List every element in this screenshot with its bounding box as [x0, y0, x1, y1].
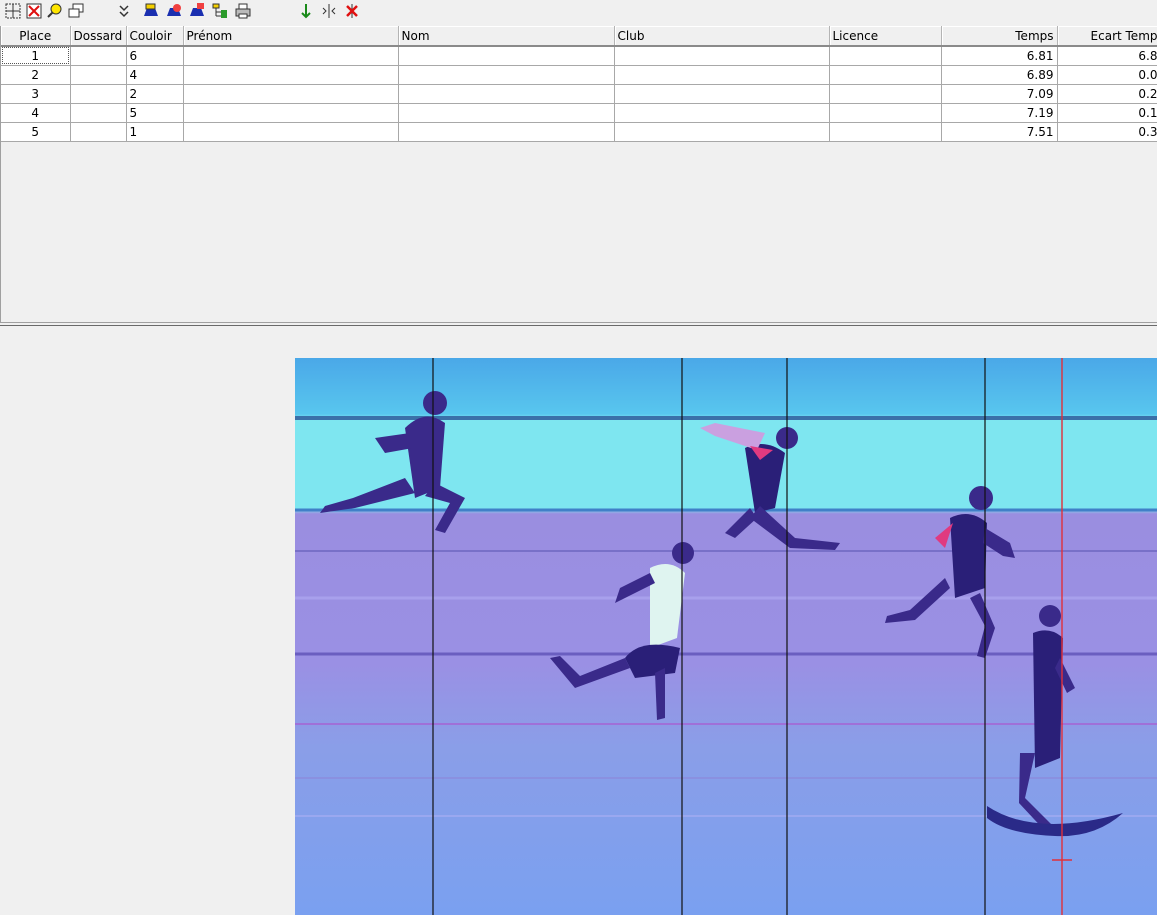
edit-runner-button[interactable]	[141, 1, 161, 21]
add-time-button[interactable]	[296, 1, 316, 21]
cell-prenom[interactable]	[183, 84, 399, 104]
cell-ecart[interactable]: 0.1	[1057, 103, 1157, 123]
column-header-prenom[interactable]: Prénom	[183, 26, 399, 47]
delete-capture-icon	[26, 3, 42, 19]
split-icon	[322, 4, 336, 18]
cell-temps[interactable]: 7.51	[941, 122, 1058, 142]
runner-add-icon	[190, 3, 204, 16]
cell-temps[interactable]: 6.81	[941, 46, 1058, 66]
results-table: Place Dossard Couloir Prénom Nom Club Li…	[1, 26, 1157, 142]
runner-add-button[interactable]	[187, 1, 207, 21]
cell-temps[interactable]: 6.89	[941, 65, 1058, 85]
edit-runner-icon	[144, 3, 158, 16]
cell-nom[interactable]	[398, 103, 615, 123]
capture-button[interactable]	[3, 1, 23, 21]
cell-ecart[interactable]: 0.0	[1057, 65, 1157, 85]
tree-icon	[212, 3, 227, 18]
header-row: Place Dossard Couloir Prénom Nom Club Li…	[1, 26, 1157, 47]
cell-place[interactable]: 2	[1, 65, 71, 85]
cell-nom[interactable]	[398, 46, 615, 66]
cell-place[interactable]: 1	[1, 46, 71, 66]
capture-icon	[5, 3, 21, 19]
photo-finish-canvas[interactable]	[295, 358, 1157, 915]
cell-couloir[interactable]: 6	[126, 46, 184, 66]
windows-icon	[68, 3, 84, 18]
column-header-ecart[interactable]: Ecart Temp	[1057, 26, 1157, 47]
cell-couloir[interactable]: 5	[126, 103, 184, 123]
cell-club[interactable]	[614, 84, 830, 104]
cell-ecart[interactable]: 0.2	[1057, 84, 1157, 104]
windows-button[interactable]	[66, 1, 86, 21]
search-button[interactable]	[45, 1, 65, 21]
cell-place[interactable]: 5	[1, 122, 71, 142]
runner-clear-button[interactable]	[164, 1, 184, 21]
results-grid: Place Dossard Couloir Prénom Nom Club Li…	[0, 26, 1157, 323]
column-header-couloir[interactable]: Couloir	[126, 26, 184, 47]
print-icon	[235, 3, 251, 19]
cell-licence[interactable]	[829, 122, 942, 142]
cell-ecart[interactable]: 6.8	[1057, 46, 1157, 66]
column-header-nom[interactable]: Nom	[398, 26, 615, 47]
cell-licence[interactable]	[829, 103, 942, 123]
cell-club[interactable]	[614, 46, 830, 66]
cell-couloir[interactable]: 4	[126, 65, 184, 85]
cell-place[interactable]: 3	[1, 84, 71, 104]
cell-place[interactable]: 4	[1, 103, 71, 123]
remove-time-icon	[346, 4, 358, 18]
toolbar	[0, 0, 1157, 24]
expand-button[interactable]	[114, 1, 134, 21]
cell-dossard[interactable]	[70, 65, 127, 85]
cell-dossard[interactable]	[70, 84, 127, 104]
table-row[interactable]: 4 5 7.19 0.1	[1, 103, 1157, 123]
remove-time-button[interactable]	[342, 1, 362, 21]
cell-club[interactable]	[614, 65, 830, 85]
column-header-club[interactable]: Club	[614, 26, 830, 47]
table-row[interactable]: 2 4 6.89 0.0	[1, 65, 1157, 85]
expand-icon	[119, 5, 129, 18]
cell-club[interactable]	[614, 122, 830, 142]
cell-temps[interactable]: 7.19	[941, 103, 1058, 123]
cell-licence[interactable]	[829, 65, 942, 85]
cell-dossard[interactable]	[70, 103, 127, 123]
runner-clear-icon	[167, 4, 181, 16]
cell-couloir[interactable]: 2	[126, 84, 184, 104]
cell-dossard[interactable]	[70, 46, 127, 66]
cell-prenom[interactable]	[183, 122, 399, 142]
column-header-dossard[interactable]: Dossard	[70, 26, 127, 47]
table-row[interactable]: 3 2 7.09 0.2	[1, 84, 1157, 104]
cell-dossard[interactable]	[70, 122, 127, 142]
cell-nom[interactable]	[398, 84, 615, 104]
tree-button[interactable]	[210, 1, 230, 21]
cell-club[interactable]	[614, 103, 830, 123]
photo-finish-image[interactable]	[295, 358, 1157, 915]
cell-licence[interactable]	[829, 84, 942, 104]
split-button[interactable]	[319, 1, 339, 21]
cell-nom[interactable]	[398, 122, 615, 142]
column-header-place[interactable]: Place	[1, 26, 71, 47]
zoom-icon	[47, 3, 62, 18]
print-button[interactable]	[233, 1, 253, 21]
column-header-temps[interactable]: Temps	[941, 26, 1058, 47]
cell-prenom[interactable]	[183, 46, 399, 66]
table-row[interactable]: 5 1 7.51 0.3	[1, 122, 1157, 142]
table-row[interactable]: 1 6 6.81 6.8	[1, 46, 1157, 66]
add-time-icon	[301, 4, 311, 19]
cell-prenom[interactable]	[183, 103, 399, 123]
cell-prenom[interactable]	[183, 65, 399, 85]
panel-splitter[interactable]	[0, 322, 1157, 326]
cell-nom[interactable]	[398, 65, 615, 85]
delete-capture-button[interactable]	[24, 1, 44, 21]
column-header-licence[interactable]: Licence	[829, 26, 942, 47]
cell-licence[interactable]	[829, 46, 942, 66]
cell-couloir[interactable]: 1	[126, 122, 184, 142]
cell-ecart[interactable]: 0.3	[1057, 122, 1157, 142]
cell-temps[interactable]: 7.09	[941, 84, 1058, 104]
